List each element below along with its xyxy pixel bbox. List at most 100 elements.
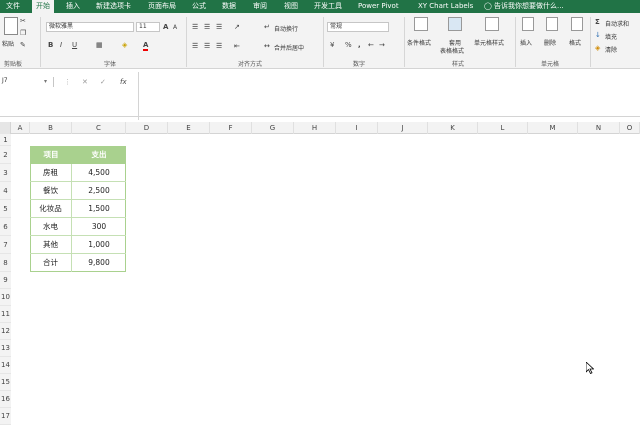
tab-developer[interactable]: 开发工具 bbox=[314, 0, 342, 13]
increase-decimal-icon[interactable]: ← bbox=[368, 41, 374, 49]
formula-input[interactable] bbox=[139, 72, 640, 120]
align-bottom-icon[interactable]: ☰ bbox=[216, 23, 222, 31]
row-header[interactable]: 11 bbox=[0, 306, 11, 323]
border-icon[interactable]: ▦ bbox=[96, 41, 103, 49]
table-cell[interactable]: 9,800 bbox=[72, 254, 126, 272]
italic-button[interactable]: I bbox=[60, 41, 62, 49]
clear-button[interactable]: 清除 bbox=[605, 45, 617, 54]
insert-cells-icon[interactable] bbox=[522, 17, 534, 31]
align-middle-icon[interactable]: ☰ bbox=[204, 23, 210, 31]
format-as-table-line2[interactable]: 表格格式 bbox=[440, 46, 464, 55]
row-header[interactable]: 3 bbox=[0, 164, 11, 182]
row-header[interactable]: 9 bbox=[0, 272, 11, 289]
orientation-icon[interactable]: ↗ bbox=[234, 23, 240, 31]
header-cell-item[interactable]: 项目 bbox=[30, 146, 72, 164]
column-header[interactable]: O bbox=[620, 122, 640, 134]
font-color-button[interactable]: A bbox=[143, 41, 149, 51]
column-header[interactable]: A bbox=[11, 122, 30, 134]
chevron-down-icon[interactable]: ▾ bbox=[44, 78, 47, 86]
currency-button[interactable]: ¥ bbox=[330, 41, 334, 49]
table-cell[interactable]: 1,000 bbox=[72, 236, 126, 254]
table-cell[interactable]: 其他 bbox=[30, 236, 72, 254]
font-name-select[interactable]: 微软雅黑 bbox=[46, 22, 134, 32]
format-cells-icon[interactable] bbox=[571, 17, 583, 31]
align-left-icon[interactable]: ☰ bbox=[192, 42, 198, 50]
bold-button[interactable]: B bbox=[48, 41, 53, 49]
column-header[interactable]: H bbox=[294, 122, 336, 134]
copy-icon[interactable]: ❐ bbox=[20, 29, 26, 37]
table-cell[interactable]: 2,500 bbox=[72, 182, 126, 200]
tab-xy-chart-labels[interactable]: XY Chart Labels bbox=[418, 0, 473, 13]
tab-home[interactable]: 开始 bbox=[32, 0, 54, 13]
table-cell[interactable]: 4,500 bbox=[72, 164, 126, 182]
tab-formulas[interactable]: 公式 bbox=[192, 0, 206, 13]
align-center-icon[interactable]: ☰ bbox=[204, 42, 210, 50]
tab-file[interactable]: 文件 bbox=[6, 0, 20, 13]
table-cell[interactable]: 房租 bbox=[30, 164, 72, 182]
cut-icon[interactable]: ✂ bbox=[20, 17, 26, 25]
row-header[interactable]: 1 bbox=[0, 134, 11, 146]
row-header[interactable]: 14 bbox=[0, 357, 11, 374]
delete-cells-button[interactable]: 删除 bbox=[544, 38, 556, 47]
autosum-button[interactable]: 自动求和 bbox=[605, 19, 629, 28]
column-header[interactable]: F bbox=[210, 122, 252, 134]
percent-button[interactable]: % bbox=[345, 41, 352, 49]
tab-power-pivot[interactable]: Power Pivot bbox=[358, 0, 399, 13]
insert-function-button[interactable]: fx bbox=[120, 78, 127, 86]
row-header[interactable]: 13 bbox=[0, 340, 11, 357]
conditional-format-icon[interactable] bbox=[414, 17, 428, 31]
tab-insert[interactable]: 插入 bbox=[66, 0, 80, 13]
format-as-table-icon[interactable] bbox=[448, 17, 462, 31]
underline-button[interactable]: U bbox=[72, 41, 77, 49]
row-header[interactable]: 10 bbox=[0, 289, 11, 306]
table-cell[interactable]: 300 bbox=[72, 218, 126, 236]
merge-icon[interactable]: ↔ bbox=[264, 42, 270, 50]
table-cell[interactable]: 水电 bbox=[30, 218, 72, 236]
tab-page-layout[interactable]: 页面布局 bbox=[148, 0, 176, 13]
number-format-select[interactable]: 常规 bbox=[327, 22, 389, 32]
autosum-icon[interactable]: Σ bbox=[595, 18, 600, 26]
fill-color-icon[interactable]: ◈ bbox=[122, 41, 127, 49]
paste-icon[interactable] bbox=[4, 17, 18, 35]
tab-view[interactable]: 视图 bbox=[284, 0, 298, 13]
decrease-decimal-icon[interactable]: → bbox=[379, 41, 385, 49]
tab-data[interactable]: 数据 bbox=[222, 0, 236, 13]
row-header[interactable]: 12 bbox=[0, 323, 11, 340]
select-all-corner[interactable] bbox=[0, 122, 11, 134]
row-header[interactable]: 6 bbox=[0, 218, 11, 236]
column-header[interactable]: C bbox=[72, 122, 126, 134]
shrink-font-icon[interactable]: A bbox=[173, 24, 177, 32]
table-cell[interactable]: 化妆品 bbox=[30, 200, 72, 218]
conditional-format-button[interactable]: 条件格式 bbox=[407, 38, 431, 47]
tell-me-box[interactable]: 告诉我你想要做什么... bbox=[494, 0, 564, 13]
table-cell[interactable]: 1,500 bbox=[72, 200, 126, 218]
row-header[interactable]: 17 bbox=[0, 408, 11, 425]
fill-icon[interactable]: ↓ bbox=[595, 31, 601, 39]
row-header[interactable]: 8 bbox=[0, 254, 11, 272]
enter-icon[interactable]: ✓ bbox=[100, 78, 106, 86]
align-right-icon[interactable]: ☰ bbox=[216, 42, 222, 50]
cell-styles-icon[interactable] bbox=[485, 17, 499, 31]
column-header[interactable]: N bbox=[578, 122, 620, 134]
format-painter-icon[interactable]: ✎ bbox=[20, 41, 26, 49]
column-header[interactable]: J bbox=[378, 122, 428, 134]
column-header[interactable]: B bbox=[30, 122, 72, 134]
table-cell[interactable]: 餐饮 bbox=[30, 182, 72, 200]
indent-icon[interactable]: ⇤ bbox=[234, 42, 240, 50]
tab-review[interactable]: 审阅 bbox=[253, 0, 267, 13]
column-header[interactable]: D bbox=[126, 122, 168, 134]
cell-styles-button[interactable]: 单元格样式 bbox=[474, 38, 504, 47]
wrap-text-button[interactable]: 自动换行 bbox=[274, 24, 298, 33]
tab-new[interactable]: 新建选项卡 bbox=[96, 0, 131, 13]
row-header[interactable]: 4 bbox=[0, 182, 11, 200]
wrap-text-icon[interactable]: ↵ bbox=[264, 23, 270, 31]
align-top-icon[interactable]: ☰ bbox=[192, 23, 198, 31]
format-cells-button[interactable]: 格式 bbox=[569, 38, 581, 47]
table-cell[interactable]: 合计 bbox=[30, 254, 72, 272]
merge-center-button[interactable]: 合并后居中 bbox=[274, 43, 304, 52]
row-header[interactable]: 15 bbox=[0, 374, 11, 391]
column-header[interactable]: I bbox=[336, 122, 378, 134]
row-header[interactable]: 7 bbox=[0, 236, 11, 254]
cancel-icon[interactable]: ✕ bbox=[82, 78, 88, 86]
header-cell-expense[interactable]: 支出 bbox=[72, 146, 126, 164]
